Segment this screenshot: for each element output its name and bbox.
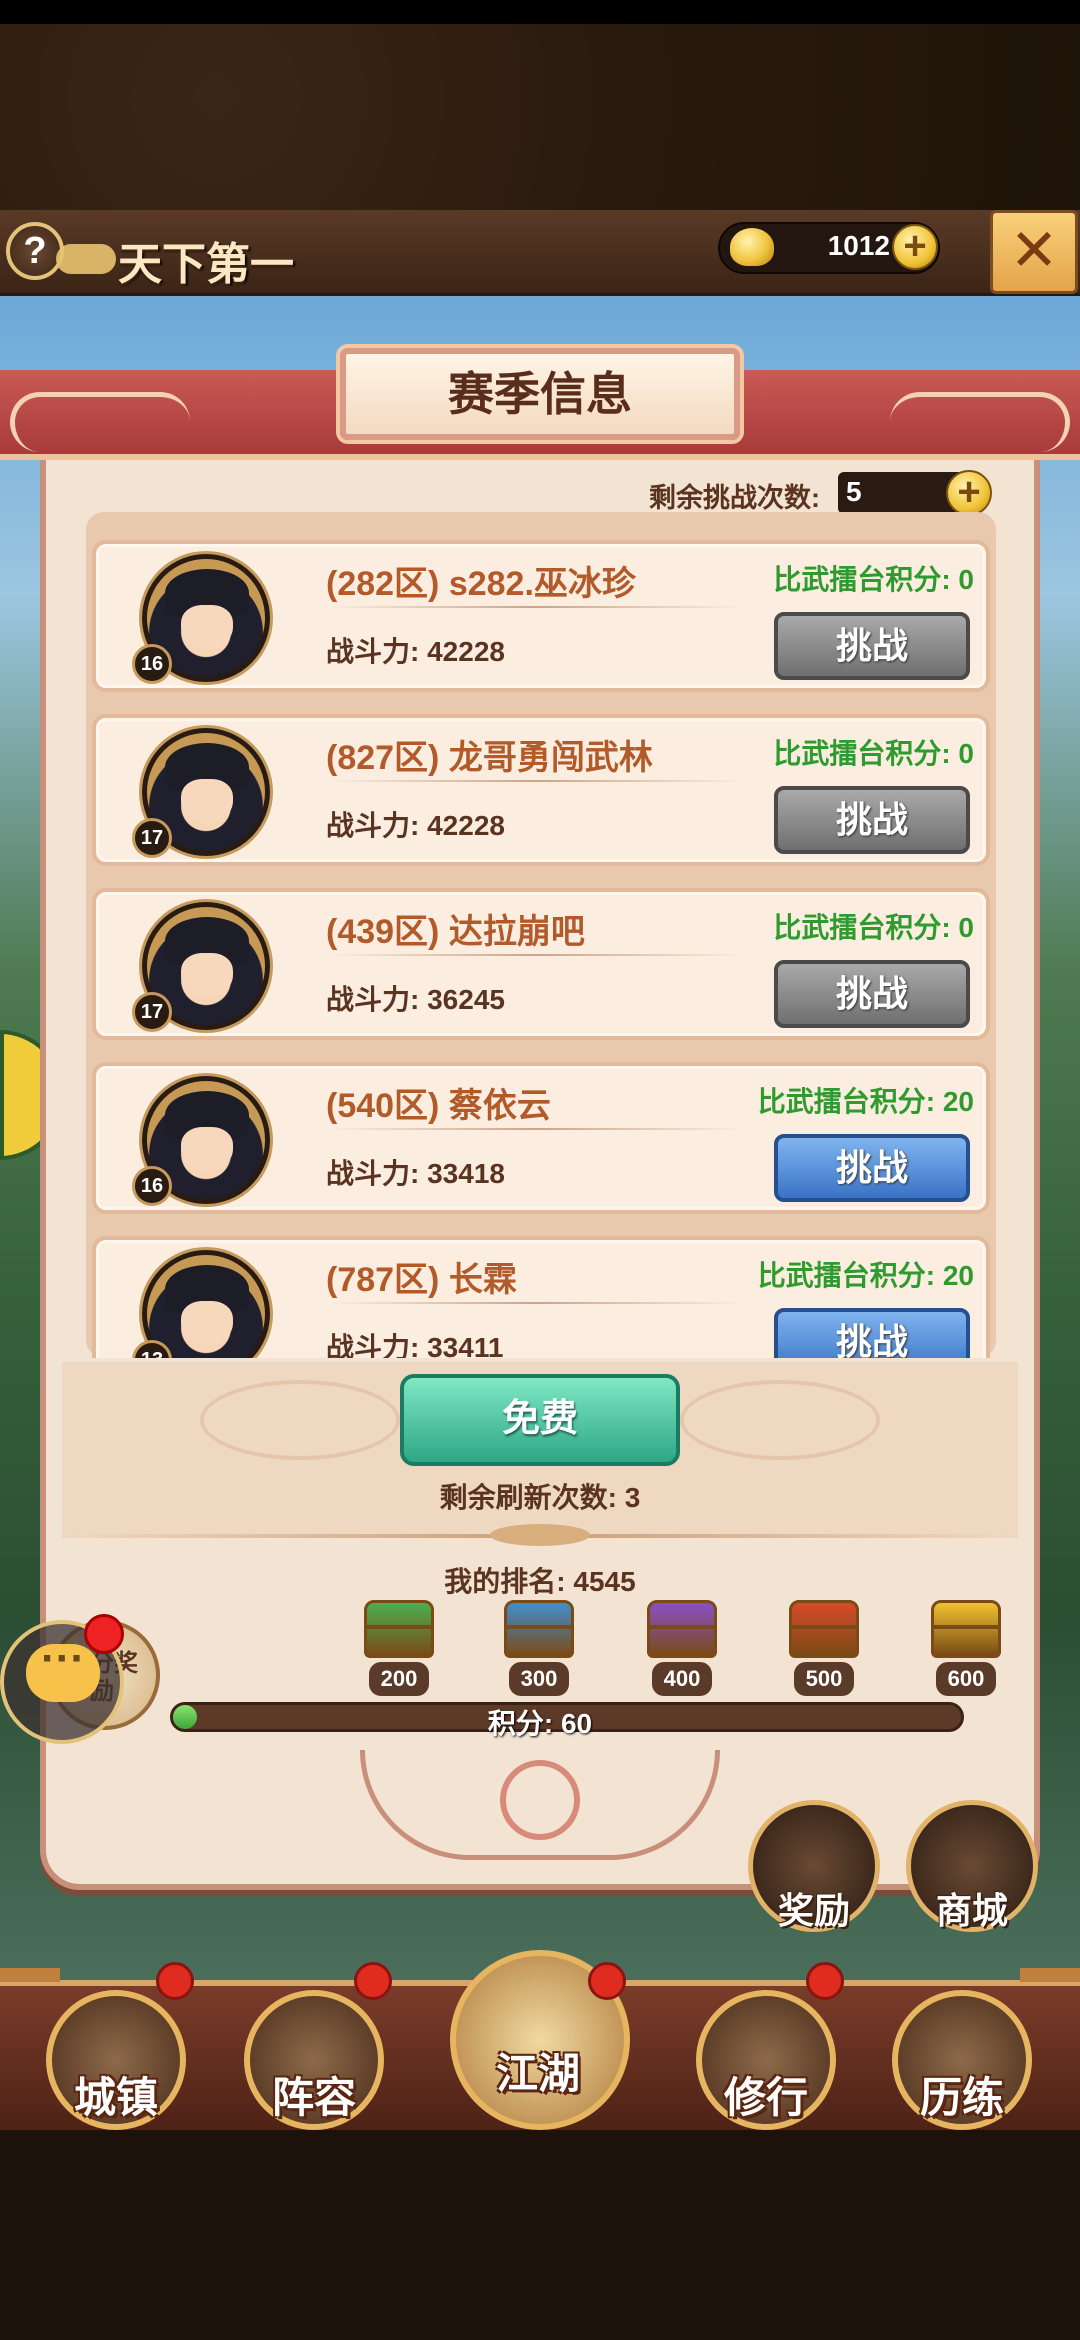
close-button[interactable]: ✕	[990, 210, 1078, 294]
nav-jianghu-badge	[588, 1962, 626, 2000]
opponent-name: (439区) 达拉崩吧	[326, 913, 585, 951]
add-gold-button[interactable]: +	[892, 224, 938, 270]
challenge-button[interactable]: 挑战	[774, 960, 970, 1028]
divider-ornament	[490, 1524, 590, 1546]
background-top	[0, 24, 1080, 210]
level-badge: 16	[132, 1166, 172, 1206]
gold-ingot-icon	[730, 228, 774, 266]
chest-threshold: 300	[509, 1662, 569, 1696]
arena-score: 比武擂台积分: 20	[757, 1260, 974, 1291]
cloud-pattern-left	[200, 1380, 400, 1460]
arena-score: 比武擂台积分: 0	[773, 738, 974, 769]
divider	[326, 954, 746, 956]
free-refresh-button[interactable]: 免费	[400, 1374, 680, 1466]
banner-ornament-left	[10, 392, 190, 452]
opponent-name: (282区) s282.巫冰珍	[326, 565, 636, 603]
combat-power: 战斗力: 33418	[326, 1158, 505, 1189]
arena-score: 比武擂台积分: 0	[773, 564, 974, 595]
divider	[326, 780, 746, 782]
remaining-challenges-value: 5	[846, 476, 862, 507]
arena-score: 比武擂台积分: 20	[757, 1086, 974, 1117]
treasure-chest-icon[interactable]	[647, 1600, 717, 1658]
refresh-remaining: 剩余刷新次数: 3	[439, 1482, 641, 1513]
chat-bubble-icon: ···	[26, 1637, 100, 1702]
cloud-ornament-icon	[56, 244, 116, 274]
ornament-icon	[500, 1760, 580, 1840]
score-progress-fill	[173, 1705, 197, 1729]
challenge-button[interactable]: 挑战	[774, 1134, 970, 1202]
opponent-name: (787区) 长霖	[326, 1261, 517, 1299]
opponent-name: (827区) 龙哥勇闯武林	[326, 739, 653, 777]
treasure-chest-icon[interactable]	[504, 1600, 574, 1658]
level-badge: 17	[132, 818, 172, 858]
opponent-card: 13 (787区) 长霖 战斗力: 33411 比武擂台积分: 20 挑战	[92, 1236, 990, 1358]
panel-title-season-info: 赛季信息	[340, 348, 740, 440]
opponent-list[interactable]: 16 (282区) s282.巫冰珍 战斗力: 42228 比武擂台积分: 0 …	[86, 540, 996, 1358]
status-bar	[0, 0, 1080, 24]
score-text: 积分: 60	[487, 1708, 593, 1739]
challenge-button[interactable]: 挑战	[774, 786, 970, 854]
challenge-button[interactable]: 挑战	[774, 1308, 970, 1358]
opponent-card: 17 (439区) 达拉崩吧 战斗力: 36245 比武擂台积分: 0 挑战	[92, 888, 990, 1040]
nav-roof-left	[0, 1968, 60, 1982]
nav-lineup-badge	[354, 1962, 392, 2000]
nav-training-badge	[806, 1962, 844, 2000]
add-challenges-button[interactable]: +	[946, 470, 992, 516]
divider	[326, 1128, 746, 1130]
divider	[326, 606, 746, 608]
chest-threshold: 400	[652, 1662, 712, 1696]
level-badge: 17	[132, 992, 172, 1032]
combat-power: 战斗力: 36245	[326, 984, 505, 1015]
shop-label: 商城	[935, 1890, 1008, 1931]
combat-power: 战斗力: 42228	[326, 810, 505, 841]
notification-dot	[84, 1614, 124, 1654]
banner-ornament-right	[890, 392, 1070, 452]
remaining-challenges-label: 剩余挑战次数:	[649, 483, 820, 513]
arena-score: 比武擂台积分: 0	[773, 912, 974, 943]
opponent-card: 16 (540区) 蔡依云 战斗力: 33418 比武擂台积分: 20 挑战	[92, 1062, 990, 1214]
opponent-card: 16 (282区) s282.巫冰珍 战斗力: 42228 比武擂台积分: 0 …	[92, 540, 990, 692]
nav-training-label: 修行	[723, 2073, 808, 2122]
cloud-pattern-right	[680, 1380, 880, 1460]
rewards-label: 奖励	[777, 1890, 850, 1931]
nav-roof-right	[1020, 1968, 1080, 1982]
nav-jianghu-label: 江湖	[495, 2049, 580, 2098]
nav-town-label: 城镇	[73, 2073, 158, 2122]
treasure-chest-icon[interactable]	[789, 1600, 859, 1658]
combat-power: 战斗力: 42228	[326, 636, 505, 667]
combat-power: 战斗力: 33411	[326, 1332, 504, 1358]
level-badge: 16	[132, 644, 172, 684]
chest-threshold: 500	[794, 1662, 854, 1696]
page-title: 天下第一	[118, 239, 294, 290]
nav-adventure-label: 历练	[919, 2073, 1004, 2122]
nav-town-badge	[156, 1962, 194, 2000]
background-bottom	[0, 2130, 1080, 2340]
divider	[326, 1302, 746, 1304]
help-button[interactable]: ?	[6, 222, 64, 280]
chest-threshold: 200	[369, 1662, 429, 1696]
treasure-chest-icon[interactable]	[364, 1600, 434, 1658]
nav-lineup-label: 阵容	[271, 2073, 356, 2122]
challenge-button[interactable]: 挑战	[774, 612, 970, 680]
opponent-card: 17 (827区) 龙哥勇闯武林 战斗力: 42228 比武擂台积分: 0 挑战	[92, 714, 990, 866]
my-rank: 我的排名: 4545	[444, 1566, 636, 1597]
chest-threshold: 600	[936, 1662, 996, 1696]
opponent-name: (540区) 蔡依云	[326, 1087, 551, 1125]
gold-value: 1012	[827, 230, 890, 261]
treasure-chest-icon[interactable]	[931, 1600, 1001, 1658]
